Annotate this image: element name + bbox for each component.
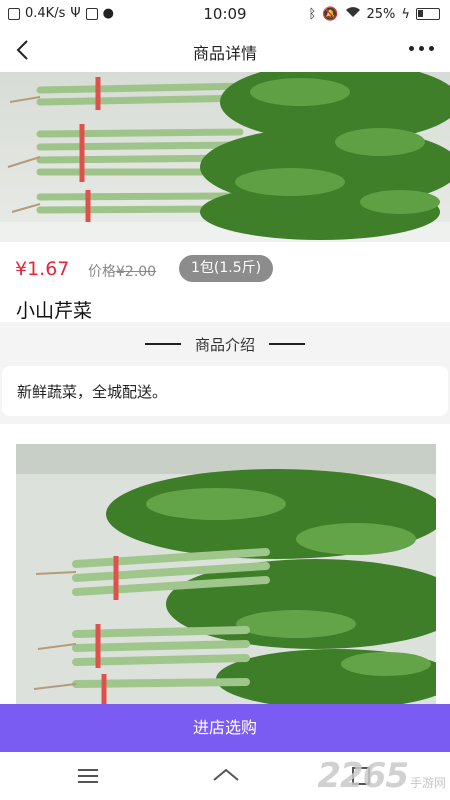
intro-text: 新鲜蔬菜，全城配送。 (17, 383, 168, 401)
product-detail-image (16, 444, 450, 709)
nav-bar: 商品详情 (0, 28, 450, 72)
section-header: 商品介绍 (0, 322, 450, 366)
battery-icon (416, 8, 440, 20)
status-right: ᛒ 🔕 25% ϟ (309, 6, 440, 22)
bluetooth-icon: ᛒ (308, 6, 317, 22)
system-nav-bar: 2265 手游网 (0, 752, 450, 800)
section-title: 商品介绍 (194, 335, 255, 354)
original-price: 价格¥2.00 (88, 261, 156, 281)
silent-icon: 🔕 (322, 6, 339, 22)
charging-icon: ϟ (401, 6, 410, 22)
menu-icon[interactable] (78, 769, 98, 783)
status-bar: 0.4K/s Ψ ● 10:09 ᛒ 🔕 25% ϟ (0, 0, 450, 28)
divider-right (269, 343, 305, 345)
page-title: 商品详情 (192, 44, 257, 63)
product-info: ¥1.67 价格¥2.00 1包(1.5斤) 小山芹菜 (0, 242, 450, 322)
original-price-value: ¥2.00 (116, 264, 157, 280)
detail-section (0, 424, 450, 709)
unit-badge: 1包(1.5斤) (179, 255, 274, 282)
home-icon[interactable] (212, 764, 240, 786)
watermark-number: 2265 (317, 756, 409, 796)
enter-store-button[interactable]: 进店选购 (0, 704, 450, 752)
product-hero-image (0, 62, 450, 242)
intro-card: 新鲜蔬菜，全城配送。 (2, 366, 448, 416)
watermark-text: 手游网 (409, 776, 446, 790)
product-name: 小山芹菜 (16, 300, 93, 322)
current-price: ¥1.67 (15, 258, 70, 280)
original-price-label: 价格 (88, 264, 116, 280)
more-icon[interactable] (409, 46, 434, 51)
battery-percent: 25% (366, 6, 396, 22)
divider-left (144, 343, 181, 345)
wifi-icon (345, 6, 361, 22)
watermark-logo: 2265 手游网 (317, 756, 446, 796)
